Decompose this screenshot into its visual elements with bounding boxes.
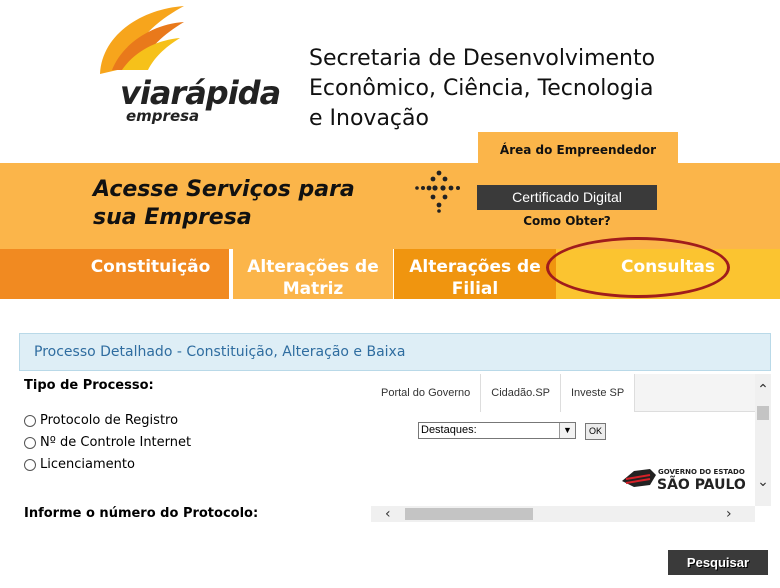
frame-tabs: Portal do Governo Cidadão.SP Investe SP — [371, 374, 755, 412]
nav-spacer-left — [0, 249, 72, 299]
select-value: Destaques: — [421, 424, 477, 436]
chevron-up-icon[interactable]: ⌃ — [755, 382, 771, 398]
pesquisar-button[interactable]: Pesquisar — [668, 550, 768, 575]
highlight-circle — [546, 237, 730, 298]
secretaria-line-2: Econômico, Ciência, Tecnologia — [309, 76, 654, 101]
gov-sp-frame: Portal do Governo Cidadão.SP Investe SP … — [371, 374, 771, 524]
svg-text:SÃO PAULO: SÃO PAULO — [657, 476, 746, 493]
nav-item-alteracoes-matriz[interactable]: Alterações de Matriz — [233, 249, 393, 299]
area-empreendedor-tab[interactable]: Área do Empreendedor — [478, 132, 678, 164]
logo-swoosh-icon: viarápida empresa — [100, 6, 281, 125]
como-obter-link[interactable]: Como Obter? — [477, 214, 657, 228]
radio-licenciamento[interactable]: Licenciamento — [24, 457, 135, 472]
section-title-bar: Processo Detalhado - Constituição, Alter… — [19, 333, 771, 371]
dots-decoration-icon — [414, 169, 464, 213]
viarapida-logo[interactable]: viarápida empresa — [92, 4, 282, 126]
tab-portal-governo[interactable]: Portal do Governo — [371, 374, 482, 412]
radio-button[interactable] — [24, 458, 36, 471]
nav-label: Alterações de — [409, 257, 541, 277]
scroll-thumb[interactable] — [405, 508, 533, 520]
acesse-line-2: sua Empresa — [93, 205, 252, 230]
secretaria-line-1: Secretaria de Desenvolvimento — [309, 46, 656, 71]
radio-button[interactable] — [24, 436, 36, 449]
secretaria-title: Secretaria de Desenvolvimento Econômico,… — [309, 44, 709, 134]
tab-cidadao-sp[interactable]: Cidadão.SP — [481, 374, 561, 412]
nav-label: Constituição — [90, 257, 211, 277]
chevron-down-icon[interactable]: ▼ — [559, 423, 575, 438]
radio-label: Protocolo de Registro — [40, 413, 179, 428]
radio-button[interactable] — [24, 414, 36, 427]
radio-controle-internet[interactable]: Nº de Controle Internet — [24, 435, 191, 450]
secretaria-line-3: e Inovação — [309, 106, 429, 131]
svg-text:empresa: empresa — [126, 107, 199, 125]
nav-label: Matriz — [282, 279, 344, 299]
chevron-left-icon[interactable]: ‹ — [385, 506, 391, 522]
tipo-processo-label: Tipo de Processo: — [24, 378, 154, 393]
radio-label: Nº de Controle Internet — [40, 435, 192, 450]
vertical-scrollbar[interactable]: ⌃ ⌄ — [755, 374, 771, 506]
nav-label: Alterações de — [247, 257, 379, 277]
ok-button[interactable]: OK — [585, 423, 606, 440]
radio-label: Licenciamento — [40, 457, 135, 472]
acesse-line-1: Acesse Serviços para — [93, 177, 355, 202]
chevron-right-icon[interactable]: › — [726, 506, 732, 522]
radio-protocolo-registro[interactable]: Protocolo de Registro — [24, 413, 178, 428]
horizontal-scrollbar[interactable]: ‹ › — [371, 506, 755, 522]
certificado-digital-button[interactable]: Certificado Digital — [477, 185, 657, 210]
nav-item-constituicao[interactable]: Constituição — [72, 249, 229, 299]
chevron-down-icon[interactable]: ⌄ — [755, 474, 771, 490]
scroll-thumb[interactable] — [757, 406, 769, 420]
nav-item-alteracoes-filial[interactable]: Alterações de Filial — [394, 249, 556, 299]
svg-text:GOVERNO DO ESTADO: GOVERNO DO ESTADO — [658, 468, 745, 476]
destaques-select[interactable]: Destaques: ▼ — [418, 422, 576, 439]
informe-protocolo-label: Informe o número do Protocolo: — [24, 506, 259, 521]
sp-map-icon — [622, 469, 656, 487]
nav-label: Filial — [451, 279, 499, 299]
governo-sp-logo[interactable]: GOVERNO DO ESTADO SÃO PAULO — [620, 463, 746, 493]
acesse-heading: Acesse Serviços para sua Empresa — [93, 176, 413, 232]
tab-investe-sp[interactable]: Investe SP — [561, 374, 636, 412]
